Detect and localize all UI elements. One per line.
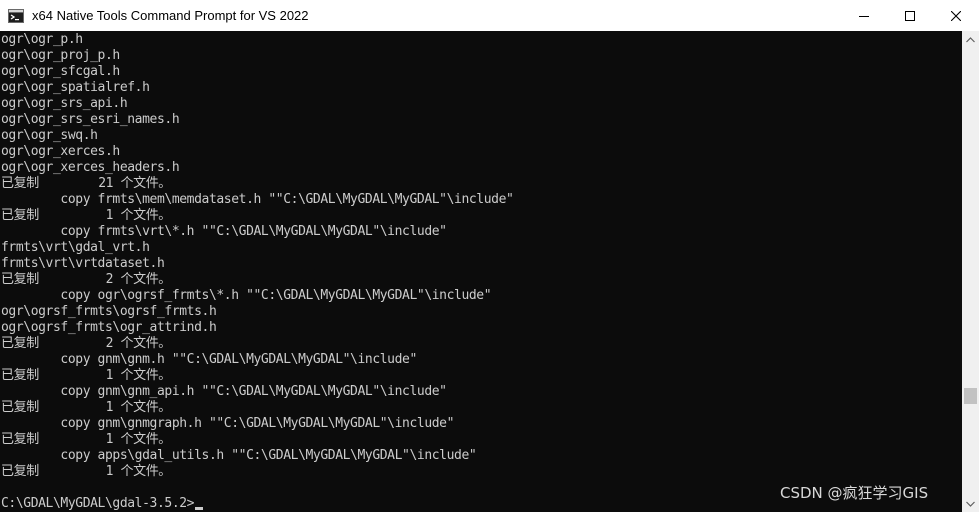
console-line: copy gnm\gnmgraph.h ""C:\GDAL\MyGDAL\MyG…	[1, 416, 455, 431]
console-line: copy frmts\vrt\*.h ""C:\GDAL\MyGDAL\MyGD…	[1, 224, 447, 239]
console-line: 已复制 2 个文件。	[1, 272, 171, 287]
console-line: frmts\vrt\vrtdataset.h	[1, 256, 165, 271]
window-title: x64 Native Tools Command Prompt for VS 2…	[32, 8, 309, 23]
maximize-icon	[905, 10, 915, 21]
chevron-down-icon	[966, 501, 975, 507]
console-line: ogr\ogr_sfcgal.h	[1, 64, 120, 79]
console-icon[interactable]	[8, 8, 24, 24]
console-line: ogr\ogr_swq.h	[1, 128, 98, 143]
console-line: copy apps\gdal_utils.h ""C:\GDAL\MyGDAL\…	[1, 448, 477, 463]
console-line: 已复制 1 个文件。	[1, 432, 171, 447]
minimize-icon	[859, 15, 869, 17]
console-line: ogr\ogr_srs_esri_names.h	[1, 112, 180, 127]
console-line: ogr\ogr_spatialref.h	[1, 80, 150, 95]
console-line: ogr\ogr_proj_p.h	[1, 48, 120, 63]
csdn-watermark: CSDN @疯狂学习GIS	[780, 484, 929, 502]
close-icon	[951, 10, 961, 21]
close-button[interactable]	[933, 0, 979, 31]
console-line: ogr\ogr_xerces.h	[1, 144, 120, 159]
console-line: 已复制 1 个文件。	[1, 368, 171, 383]
console-line: 已复制 2 个文件。	[1, 336, 171, 351]
scroll-down-button[interactable]	[962, 495, 979, 512]
minimize-button[interactable]	[841, 0, 887, 31]
console-line: ogr\ogr_p.h	[1, 32, 83, 47]
console-line: copy ogr\ogrsf_frmts\*.h ""C:\GDAL\MyGDA…	[1, 288, 492, 303]
console-line: copy gnm\gnm_api.h ""C:\GDAL\MyGDAL\MyGD…	[1, 384, 447, 399]
vertical-scrollbar[interactable]	[962, 31, 979, 512]
console-line: 已复制 1 个文件。	[1, 208, 171, 223]
console-line: 已复制 21 个文件。	[1, 176, 171, 191]
prompt-text: C:\GDAL\MyGDAL\gdal-3.5.2>	[1, 496, 195, 511]
console-line: ogr\ogrsf_frmts\ogr_attrind.h	[1, 320, 217, 335]
command-prompt-window: x64 Native Tools Command Prompt for VS 2…	[0, 0, 979, 512]
console-line: copy frmts\mem\memdataset.h ""C:\GDAL\My…	[1, 192, 514, 207]
command-prompt-line[interactable]: C:\GDAL\MyGDAL\gdal-3.5.2>	[1, 496, 204, 512]
window-controls	[841, 0, 979, 31]
scroll-thumb[interactable]	[964, 388, 977, 404]
console-output[interactable]: ogr\ogr_p.h ogr\ogr_proj_p.h ogr\ogr_sfc…	[0, 31, 962, 512]
console-line: ogr\ogrsf_frmts\ogrsf_frmts.h	[1, 304, 217, 319]
title-bar[interactable]: x64 Native Tools Command Prompt for VS 2…	[0, 0, 979, 31]
console-line: 已复制 1 个文件。	[1, 464, 171, 479]
scroll-up-button[interactable]	[962, 31, 979, 48]
console-line: ogr\ogr_xerces_headers.h	[1, 160, 180, 175]
console-line: copy gnm\gnm.h ""C:\GDAL\MyGDAL\MyGDAL"\…	[1, 352, 417, 367]
console-line: ogr\ogr_srs_api.h	[1, 96, 128, 111]
console-line: frmts\vrt\gdal_vrt.h	[1, 240, 150, 255]
text-cursor	[195, 507, 204, 510]
maximize-button[interactable]	[887, 0, 933, 31]
console-line: 已复制 1 个文件。	[1, 400, 171, 415]
chevron-up-icon	[966, 36, 975, 42]
